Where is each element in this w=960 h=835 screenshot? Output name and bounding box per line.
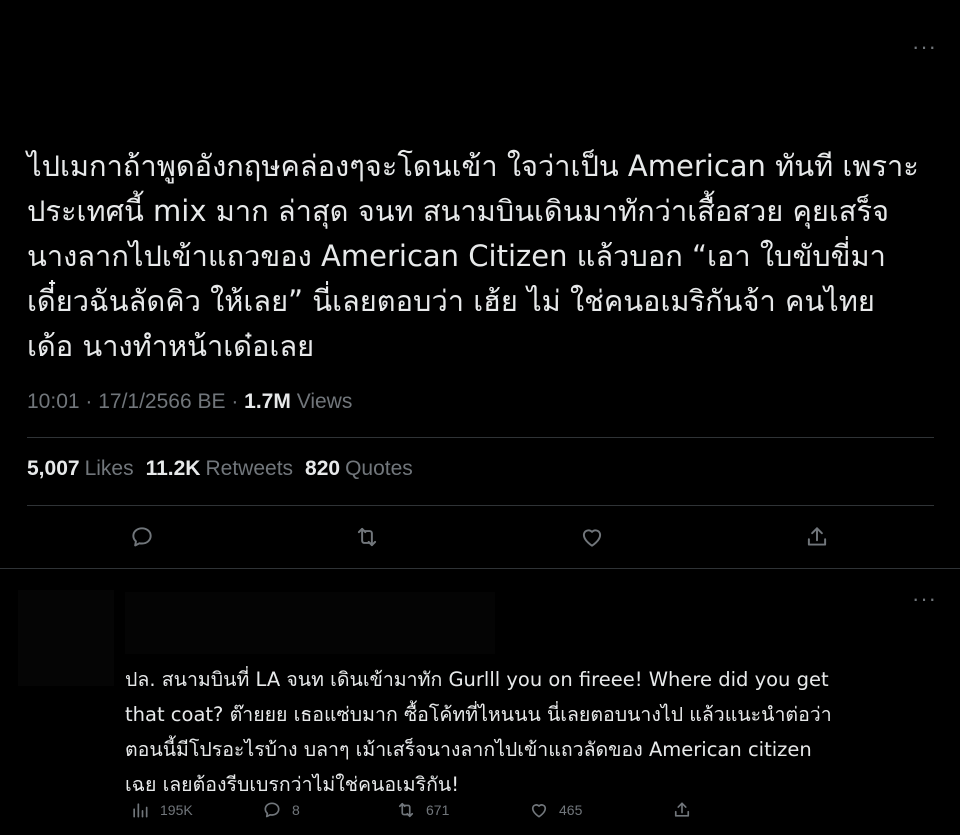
views-icon (133, 803, 148, 818)
avatar[interactable] (18, 590, 114, 686)
reply-views-count: 195K (160, 802, 193, 818)
divider (27, 437, 934, 438)
reply-retweets[interactable]: 671 (396, 800, 449, 820)
likes-count: 5,007 (27, 457, 80, 480)
retweets-count: 11.2K (145, 457, 201, 480)
reply-retweets-count: 671 (426, 802, 450, 818)
quotes-count: 820 (305, 457, 341, 480)
reply-likes[interactable]: 465 (529, 800, 582, 820)
reply-replies-count: 8 (292, 802, 300, 818)
quotes-stat[interactable]: 820 Quotes (305, 457, 413, 481)
quotes-label: Quotes (345, 457, 413, 480)
divider (27, 505, 934, 506)
reply-icon[interactable] (127, 522, 157, 552)
retweets-label: Retweets (205, 457, 294, 480)
reply-share-icon[interactable] (672, 800, 702, 820)
retweets-stat[interactable]: 11.2K Retweets (146, 457, 293, 481)
redacted-user-info (125, 592, 495, 654)
section-divider (0, 568, 960, 569)
views-label: Views (296, 390, 353, 413)
reply-replies[interactable]: 8 (262, 800, 300, 820)
tweet-timestamp[interactable]: 10:01 · 17/1/2566 BE · (27, 390, 238, 413)
views-count: 1.7M (244, 390, 291, 413)
likes-stat[interactable]: 5,007 Likes (27, 457, 134, 481)
share-icon[interactable] (802, 522, 832, 552)
more-options-icon[interactable]: ··· (912, 36, 937, 58)
tweet-stats: 5,007 Likes 11.2K Retweets 820 Quotes (27, 457, 425, 481)
retweet-icon[interactable] (352, 522, 382, 552)
reply-more-options-icon[interactable]: ··· (912, 588, 937, 610)
likes-label: Likes (84, 457, 134, 480)
reply-views[interactable]: 195K (130, 800, 193, 820)
reply-text: ปล. สนามบินที่ LA จนท เดินเข้ามาทัก Gurl… (125, 668, 832, 796)
like-icon[interactable] (577, 522, 607, 552)
tweet-text: ไปเมกาถ้าพูดอังกฤษคล่องๆจะโดนเข้า ใจว่าเ… (27, 149, 919, 363)
tweet-meta: 10:01 · 17/1/2566 BE · 1.7M Views (27, 390, 352, 414)
reply-likes-count: 465 (559, 802, 583, 818)
